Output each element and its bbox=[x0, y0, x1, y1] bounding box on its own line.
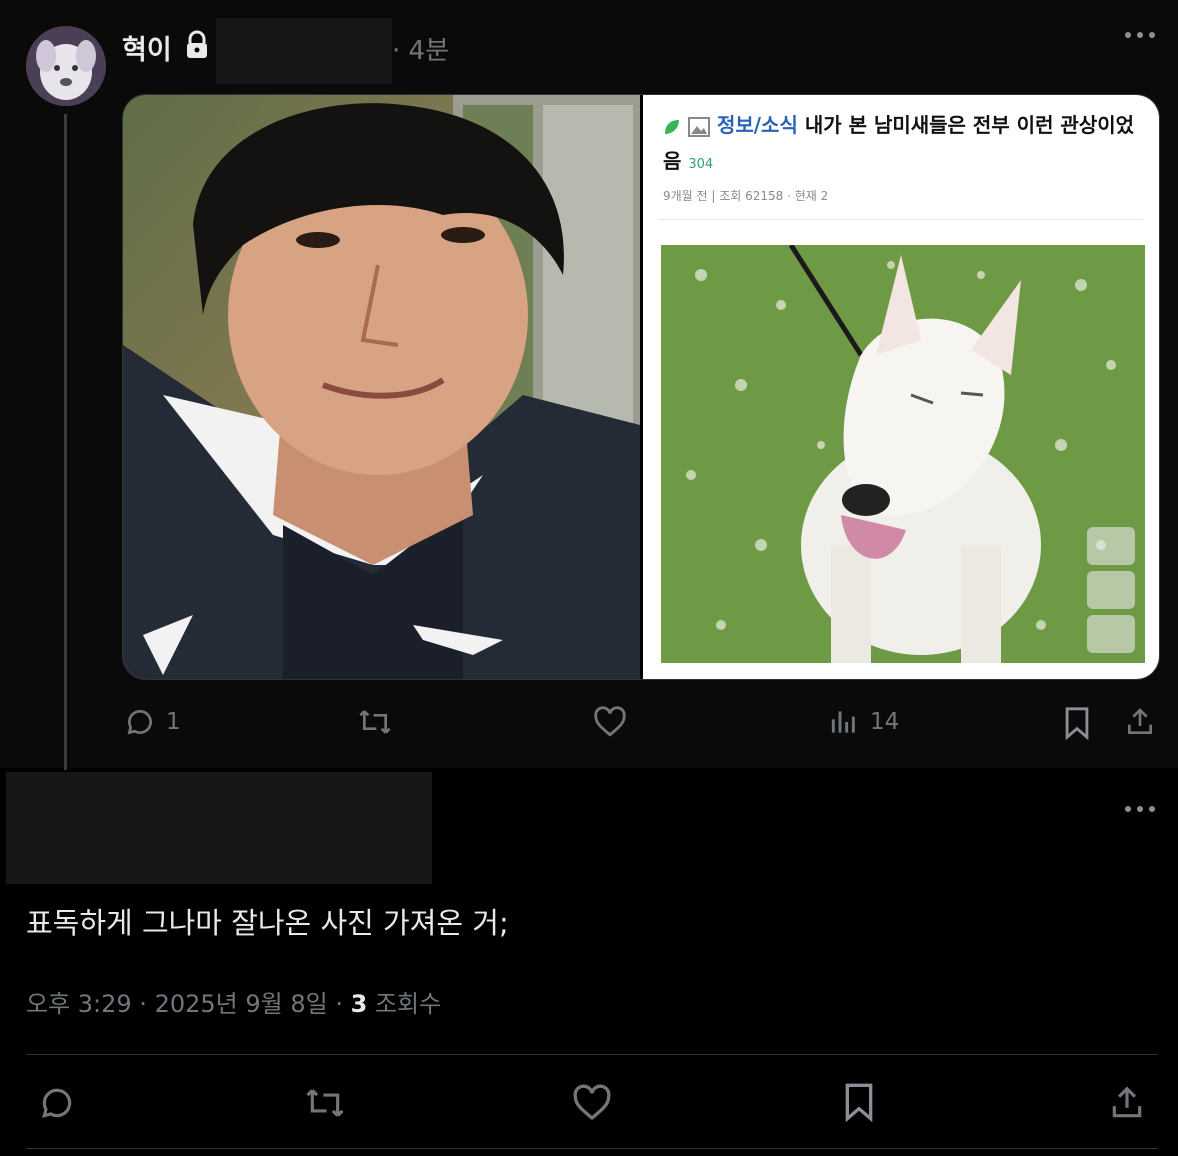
thread-connector-line bbox=[64, 114, 67, 770]
reply-button-2[interactable] bbox=[38, 1084, 76, 1122]
divider-top bbox=[26, 1054, 1158, 1055]
more-options-icon-2[interactable] bbox=[1124, 804, 1156, 814]
more-options-icon[interactable] bbox=[1124, 30, 1156, 40]
image-icon bbox=[687, 116, 710, 137]
redacted-handle bbox=[216, 18, 392, 84]
like-button[interactable] bbox=[593, 706, 637, 738]
divider-bottom bbox=[26, 1148, 1158, 1149]
bookmark-icon bbox=[842, 1082, 876, 1122]
tweet-timestamp-row: 오후 3:29 · 2025년 9월 8일 · 3 조회수 bbox=[26, 984, 441, 1019]
bookmark-button[interactable] bbox=[1062, 706, 1092, 740]
post-comment-count: 304 bbox=[688, 157, 714, 172]
share-button-2[interactable] bbox=[1108, 1084, 1146, 1122]
views-count: 14 bbox=[870, 709, 900, 735]
share-icon bbox=[1124, 706, 1156, 738]
views-label: 조회수 bbox=[374, 990, 442, 1018]
post-divider bbox=[659, 219, 1143, 220]
community-post-screenshot[interactable]: 정보/소식 내가 본 남미새들은 전부 이런 관상이었음 304 9개월 전 |… bbox=[643, 95, 1159, 679]
share-icon bbox=[1108, 1084, 1146, 1122]
lock-icon bbox=[184, 30, 210, 60]
post-title: 정보/소식 내가 본 남미새들은 전부 이런 관상이었음 304 bbox=[663, 107, 1143, 183]
heart-icon bbox=[593, 706, 627, 738]
author-name[interactable]: 혁이 bbox=[122, 28, 172, 67]
reply-icon bbox=[124, 706, 156, 738]
bookmark-button-2[interactable] bbox=[842, 1082, 876, 1122]
analytics-icon bbox=[828, 706, 860, 738]
redacted-author-header bbox=[6, 772, 432, 884]
retweet-button[interactable] bbox=[357, 706, 403, 738]
reply-button[interactable]: 1 bbox=[124, 706, 181, 738]
tweet-parent[interactable]: 혁이 · 4분 정보/소식 내가 본 남미새들은 전부 이런 관상이었음 304… bbox=[0, 0, 1178, 770]
reply-icon bbox=[38, 1084, 76, 1122]
retweet-button-2[interactable] bbox=[304, 1084, 346, 1122]
share-button[interactable] bbox=[1124, 706, 1156, 738]
bookmark-icon bbox=[1062, 706, 1092, 740]
tweet-media[interactable]: 정보/소식 내가 본 남미새들은 전부 이런 관상이었음 304 9개월 전 |… bbox=[122, 94, 1160, 680]
leaf-icon bbox=[663, 118, 681, 136]
tweet-text: 표독하게 그나마 잘나온 사진 가져온 거; bbox=[26, 906, 509, 940]
views-button[interactable]: 14 bbox=[828, 706, 899, 738]
tweet-timestamp[interactable]: 오후 3:29 · 2025년 9월 8일 · bbox=[26, 990, 343, 1018]
like-button-2[interactable] bbox=[572, 1084, 612, 1122]
retweet-icon bbox=[357, 706, 393, 738]
reply-count: 1 bbox=[166, 709, 181, 735]
selfie-photo[interactable] bbox=[123, 95, 640, 679]
dog-photo bbox=[661, 245, 1145, 663]
retweet-icon bbox=[304, 1084, 346, 1122]
avatar[interactable] bbox=[26, 26, 106, 106]
heart-icon bbox=[572, 1084, 612, 1122]
views-count-2: 3 bbox=[350, 990, 368, 1018]
post-meta: 9개월 전 | 조회 62158 · 현재 2 bbox=[663, 189, 829, 203]
tweet-time[interactable]: · 4분 bbox=[392, 30, 449, 67]
post-category: 정보/소식 bbox=[716, 113, 798, 137]
